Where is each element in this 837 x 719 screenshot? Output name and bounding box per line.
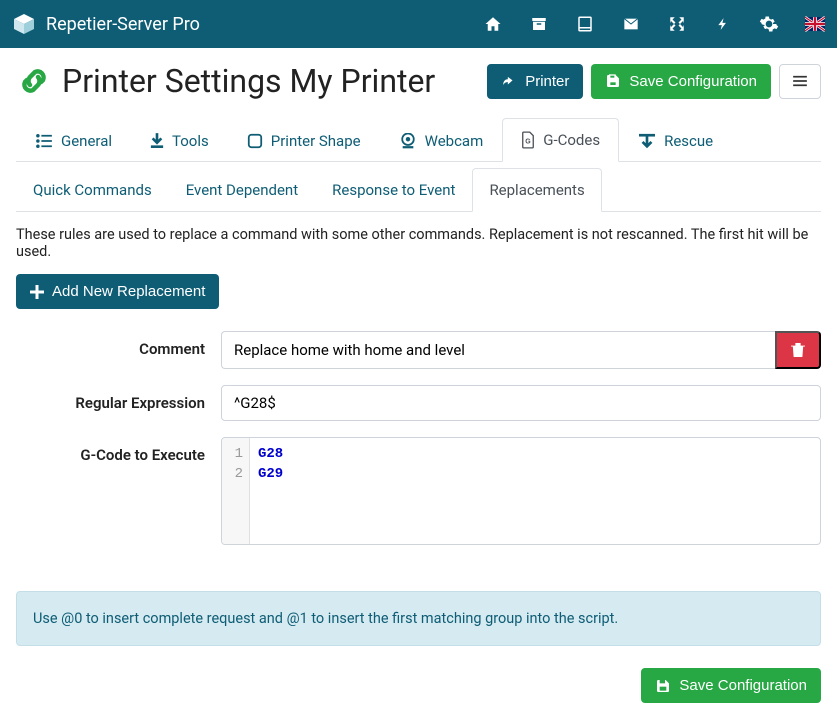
tab-printer-shape[interactable]: Printer Shape — [228, 118, 380, 162]
tab-tools[interactable]: Tools — [131, 118, 228, 162]
link-icon — [16, 63, 52, 99]
tab-gcodes[interactable]: G G-Codes — [502, 118, 619, 162]
navbar-icons — [483, 14, 825, 34]
save-icon — [605, 73, 621, 89]
gcode-line-2: G29 — [258, 466, 283, 482]
row-comment: Comment — [16, 331, 821, 369]
label-comment: Comment — [16, 331, 221, 358]
page-title-text: Printer Settings My Printer — [62, 62, 435, 100]
svg-text:G: G — [526, 139, 532, 146]
main-tabs: General Tools Printer Shape Webcam G G-C… — [16, 118, 821, 162]
file-g-icon: G — [521, 131, 535, 149]
editor-lines[interactable]: G28 G29 — [250, 438, 820, 544]
reply-icon — [501, 74, 517, 88]
label-gcode: G-Code to Execute — [16, 437, 221, 464]
logo-icon — [12, 12, 36, 36]
archive-icon[interactable] — [529, 14, 549, 34]
header-actions: Printer Save Configuration — [487, 64, 821, 99]
add-new-replacement-button[interactable]: Add New Replacement — [16, 274, 219, 309]
flag-uk-icon[interactable] — [805, 14, 825, 34]
delete-button[interactable] — [775, 331, 821, 369]
tab-rescue[interactable]: Rescue — [619, 118, 732, 162]
navbar: Repetier-Server Pro — [0, 0, 837, 48]
webcam-icon — [399, 133, 417, 149]
hamburger-icon — [792, 75, 808, 87]
save-icon — [655, 678, 671, 694]
gcode-editor[interactable]: 1 2 G28 G29 — [221, 437, 821, 545]
gear-icon[interactable] — [759, 14, 779, 34]
comment-input[interactable] — [221, 331, 775, 369]
save-configuration-button-footer[interactable]: Save Configuration — [641, 668, 821, 703]
bolt-icon[interactable] — [713, 14, 733, 34]
gcode-line-1: G28 — [258, 446, 283, 462]
menu-button[interactable] — [779, 64, 821, 99]
plus-icon — [30, 285, 44, 299]
label-regex: Regular Expression — [16, 385, 221, 412]
sub-tabs: Quick Commands Event Dependent Response … — [16, 168, 821, 212]
tab-webcam[interactable]: Webcam — [380, 118, 503, 162]
row-gcode: G-Code to Execute 1 2 G28 G29 — [16, 437, 821, 545]
subtab-quick-commands[interactable]: Quick Commands — [16, 168, 169, 212]
regex-input[interactable] — [221, 385, 821, 421]
home-icon[interactable] — [483, 14, 503, 34]
subtab-replacements[interactable]: Replacements — [472, 168, 601, 212]
page-title: Printer Settings My Printer — [16, 62, 435, 100]
content-area: These rules are used to replace a comman… — [0, 212, 837, 575]
editor-gutter: 1 2 — [222, 438, 250, 544]
row-regex: Regular Expression — [16, 385, 821, 421]
envelope-icon[interactable] — [621, 14, 641, 34]
rescue-icon — [638, 133, 656, 149]
tab-general[interactable]: General — [16, 118, 131, 162]
info-box: Use @0 to insert complete request and @1… — [16, 591, 821, 646]
save-configuration-button[interactable]: Save Configuration — [591, 64, 771, 99]
square-icon — [247, 133, 263, 149]
navbar-brand[interactable]: Repetier-Server Pro — [12, 12, 200, 36]
download-icon — [150, 133, 164, 149]
subtab-response-to-event[interactable]: Response to Event — [315, 168, 472, 212]
expand-icon[interactable] — [667, 14, 687, 34]
page-header: Printer Settings My Printer Printer Save… — [0, 48, 837, 108]
list-icon — [35, 134, 53, 148]
tablet-icon[interactable] — [575, 14, 595, 34]
printer-button[interactable]: Printer — [487, 64, 583, 99]
subtab-event-dependent[interactable]: Event Dependent — [169, 168, 315, 212]
trash-icon — [791, 342, 805, 358]
description-text: These rules are used to replace a comman… — [16, 226, 821, 260]
brand-text: Repetier-Server Pro — [46, 14, 200, 35]
